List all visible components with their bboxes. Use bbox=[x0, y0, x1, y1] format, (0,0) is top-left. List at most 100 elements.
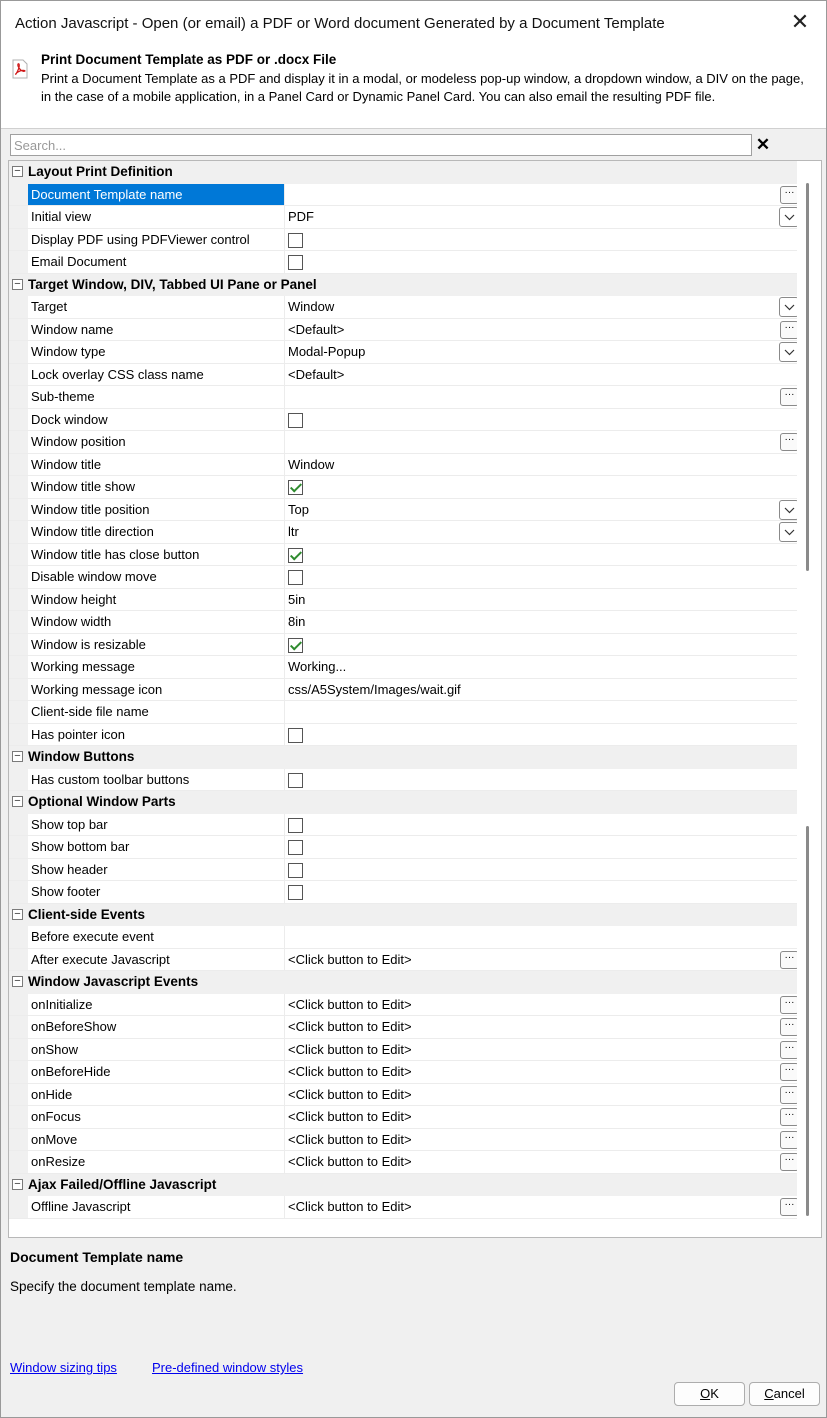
category-layout-print-definition[interactable]: − Layout Print Definition bbox=[9, 161, 799, 184]
property-name[interactable]: Show bottom bar bbox=[28, 836, 285, 858]
property-value[interactable]: PDF bbox=[285, 206, 799, 228]
property-name[interactable]: Has pointer icon bbox=[28, 723, 285, 745]
property-value[interactable] bbox=[285, 926, 799, 948]
property-checkbox[interactable] bbox=[288, 547, 303, 563]
property-name[interactable]: onBeforeHide bbox=[28, 1061, 285, 1083]
scrollbar-thumb-lower[interactable] bbox=[806, 826, 809, 1216]
property-name[interactable]: Sub-theme bbox=[28, 386, 285, 408]
ok-button[interactable]: OK bbox=[674, 1382, 745, 1406]
property-row-dock-window[interactable]: Dock window bbox=[9, 408, 799, 431]
property-name[interactable]: Window height bbox=[28, 588, 285, 610]
collapse-minus-icon[interactable]: − bbox=[12, 796, 23, 807]
collapse-minus-icon[interactable]: − bbox=[12, 1178, 23, 1190]
property-value[interactable]: Working... bbox=[285, 656, 799, 678]
property-name[interactable]: Window is resizable bbox=[28, 633, 285, 655]
close-icon[interactable]: ✕ bbox=[788, 11, 812, 35]
property-row-onmove[interactable]: onMove <Click button to Edit> ··· bbox=[9, 1128, 799, 1151]
property-row-onshow[interactable]: onShow <Click button to Edit> ··· bbox=[9, 1038, 799, 1061]
property-name[interactable]: Window title has close button bbox=[28, 543, 285, 565]
property-value[interactable]: <Default> bbox=[285, 364, 799, 386]
property-value[interactable]: <Click button to Edit> bbox=[285, 1016, 799, 1038]
category-optional-window-parts[interactable]: − Optional Window Parts bbox=[9, 791, 799, 814]
property-checkbox[interactable] bbox=[288, 232, 303, 248]
property-name[interactable]: Email Document bbox=[28, 251, 285, 273]
category-target-window-div-tabbed-ui-pane-or-panel[interactable]: − Target Window, DIV, Tabbed UI Pane or P… bbox=[9, 273, 799, 296]
property-value[interactable]: 8in bbox=[285, 611, 799, 633]
property-row-offline-javascript[interactable]: Offline Javascript <Click button to Edit>… bbox=[9, 1196, 799, 1219]
property-row-window-type[interactable]: Window type Modal-Popup bbox=[9, 341, 799, 364]
property-row-window-width[interactable]: Window width 8in bbox=[9, 611, 799, 634]
property-row-target[interactable]: Target Window bbox=[9, 296, 799, 319]
category-client-side-events[interactable]: − Client-side Events bbox=[9, 903, 799, 926]
chevron-down-icon[interactable] bbox=[779, 342, 799, 362]
property-value[interactable] bbox=[285, 184, 799, 206]
property-name[interactable]: Offline Javascript bbox=[28, 1196, 285, 1218]
property-row-onresize[interactable]: onResize <Click button to Edit> ··· bbox=[9, 1151, 799, 1174]
property-row-window-height[interactable]: Window height 5in bbox=[9, 588, 799, 611]
collapse-minus-icon[interactable]: − bbox=[12, 751, 23, 762]
property-checkbox[interactable] bbox=[288, 840, 303, 855]
property-name[interactable]: Display PDF using PDFViewer control bbox=[28, 228, 285, 250]
property-row-show-bottom-bar[interactable]: Show bottom bar bbox=[9, 836, 799, 859]
property-row-window-name[interactable]: Window name <Default> ··· bbox=[9, 318, 799, 341]
property-row-onhide[interactable]: onHide <Click button to Edit> ··· bbox=[9, 1083, 799, 1106]
chevron-down-icon[interactable] bbox=[779, 499, 799, 520]
property-name[interactable]: Window title position bbox=[28, 498, 285, 520]
property-checkbox[interactable] bbox=[288, 637, 303, 653]
property-row-email-document[interactable]: Email Document bbox=[9, 251, 799, 274]
cancel-button[interactable]: Cancel bbox=[749, 1382, 820, 1406]
property-row-window-title-direction[interactable]: Window title direction ltr bbox=[9, 521, 799, 544]
property-name[interactable]: onMove bbox=[28, 1128, 285, 1150]
property-row-has-pointer-icon[interactable]: Has pointer icon bbox=[9, 723, 799, 746]
property-row-window-position[interactable]: Window position ··· bbox=[9, 431, 799, 454]
property-value[interactable]: <Click button to Edit> bbox=[285, 949, 799, 971]
property-checkbox[interactable] bbox=[288, 885, 303, 900]
property-checkbox[interactable] bbox=[288, 772, 303, 788]
collapse-minus-icon[interactable]: − bbox=[12, 976, 23, 987]
property-checkbox[interactable] bbox=[288, 412, 303, 428]
property-name[interactable]: Window title direction bbox=[28, 521, 285, 543]
property-row-onbeforehide[interactable]: onBeforeHide <Click button to Edit> ··· bbox=[9, 1061, 799, 1084]
property-name[interactable]: Before execute event bbox=[28, 926, 285, 948]
property-value[interactable]: css/A5System/Images/wait.gif bbox=[285, 679, 799, 701]
property-row-after-execute-javascript[interactable]: After execute Javascript <Click button to… bbox=[9, 948, 799, 971]
property-name[interactable]: Initial view bbox=[28, 206, 285, 228]
property-row-onfocus[interactable]: onFocus <Click button to Edit> ··· bbox=[9, 1106, 799, 1129]
property-name[interactable]: Window width bbox=[28, 611, 285, 633]
collapse-minus-icon[interactable]: − bbox=[12, 278, 23, 290]
property-row-working-message-icon[interactable]: Working message icon css/A5System/Images/… bbox=[9, 678, 799, 701]
property-name[interactable]: After execute Javascript bbox=[28, 948, 285, 970]
chevron-down-icon[interactable] bbox=[779, 297, 799, 317]
property-row-show-top-bar[interactable]: Show top bar bbox=[9, 813, 799, 836]
category-window-javascript-events[interactable]: − Window Javascript Events bbox=[9, 971, 799, 994]
property-value[interactable]: <Click button to Edit> bbox=[285, 1151, 799, 1173]
property-value[interactable]: Window bbox=[285, 296, 799, 318]
property-value[interactable] bbox=[285, 386, 799, 408]
clear-search-icon[interactable]: ✕ bbox=[755, 134, 771, 156]
property-value[interactable]: Window bbox=[285, 454, 799, 476]
property-name[interactable]: Show top bar bbox=[28, 813, 285, 835]
property-row-window-title[interactable]: Window title Window bbox=[9, 453, 799, 476]
property-name[interactable]: Window type bbox=[28, 341, 285, 363]
property-value[interactable]: Modal-Popup bbox=[285, 341, 799, 363]
property-name[interactable]: onInitialize bbox=[28, 993, 285, 1015]
property-name[interactable]: Window name bbox=[28, 318, 285, 340]
property-name[interactable]: Dock window bbox=[28, 408, 285, 430]
predefined-window-styles-link[interactable]: Pre-defined window styles bbox=[152, 1360, 303, 1375]
property-name[interactable]: onShow bbox=[28, 1038, 285, 1060]
property-name[interactable]: Has custom toolbar buttons bbox=[28, 768, 285, 790]
property-name[interactable]: Window title bbox=[28, 453, 285, 475]
property-row-sub-theme[interactable]: Sub-theme ··· bbox=[9, 386, 799, 409]
collapse-minus-icon[interactable]: − bbox=[12, 908, 23, 920]
property-value[interactable]: <Click button to Edit> bbox=[285, 994, 799, 1016]
property-row-disable-window-move[interactable]: Disable window move bbox=[9, 566, 799, 589]
property-name[interactable]: Working message icon bbox=[28, 678, 285, 700]
property-name[interactable]: Lock overlay CSS class name bbox=[28, 363, 285, 385]
property-row-working-message[interactable]: Working message Working... bbox=[9, 656, 799, 679]
property-row-display-pdf-using-pdfviewer-control[interactable]: Display PDF using PDFViewer control bbox=[9, 228, 799, 251]
property-checkbox[interactable] bbox=[288, 817, 303, 833]
property-value[interactable]: <Click button to Edit> bbox=[285, 1129, 799, 1151]
property-name[interactable]: onFocus bbox=[28, 1106, 285, 1128]
property-value[interactable]: <Click button to Edit> bbox=[285, 1084, 799, 1106]
property-name[interactable]: Document Template name bbox=[28, 183, 285, 205]
